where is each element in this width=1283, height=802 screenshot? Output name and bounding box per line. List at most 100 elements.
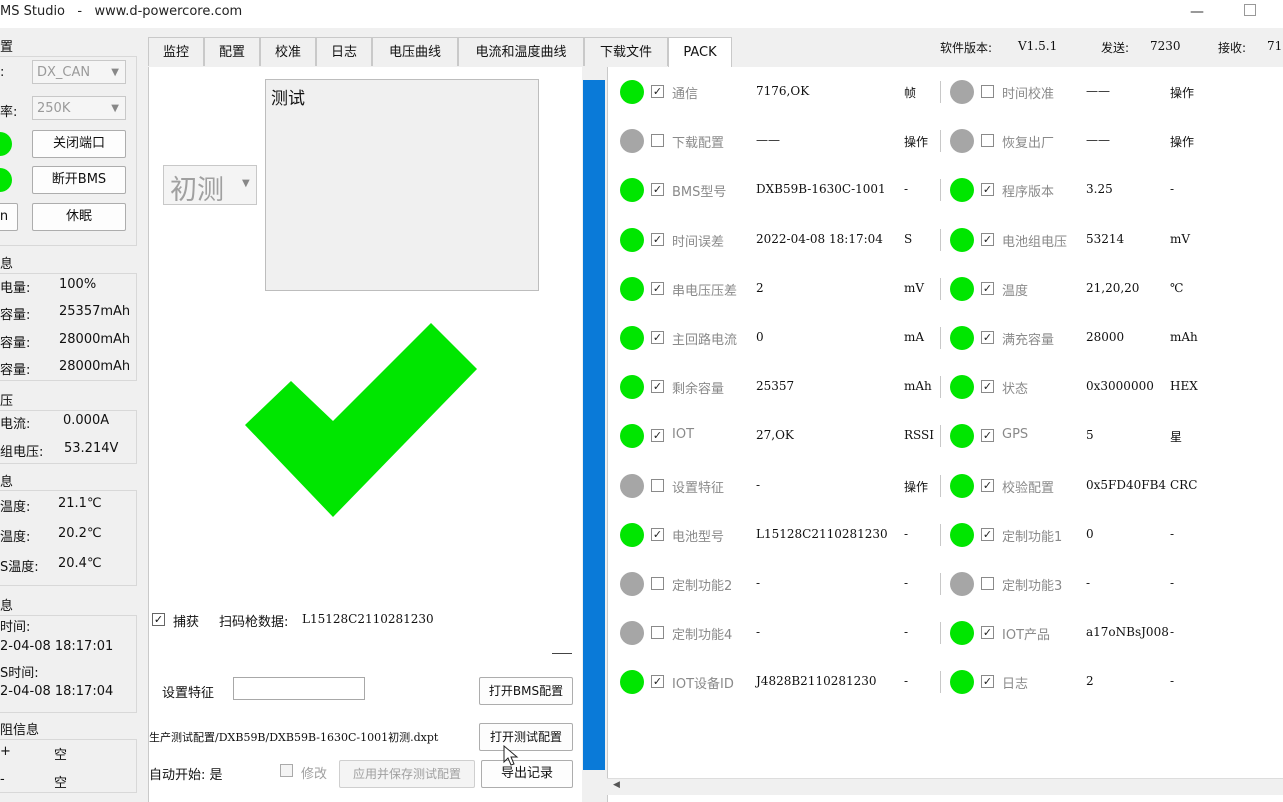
horizontal-scrollbar[interactable]: ◀ bbox=[607, 778, 1283, 795]
item-value: DXB59B-1630C-1001 bbox=[756, 182, 886, 197]
item-unit: mV bbox=[904, 280, 925, 295]
item-action[interactable]: 操作 bbox=[904, 133, 928, 150]
tab-download-file[interactable]: 下载文件 bbox=[584, 37, 668, 66]
item-unit: - bbox=[904, 182, 909, 197]
item-checkbox[interactable]: ✓ bbox=[981, 626, 994, 640]
sleep-button[interactable]: 休眠 bbox=[32, 203, 126, 231]
item-unit: - bbox=[904, 526, 909, 541]
port-select[interactable]: DX_CAN ▼ bbox=[32, 60, 126, 84]
item-value: 0 bbox=[1086, 526, 1094, 541]
item-unit: - bbox=[1170, 526, 1175, 541]
time-value-0: 2-04-08 18:17:01 bbox=[0, 639, 114, 654]
status-indicator bbox=[620, 227, 644, 252]
feature-input[interactable] bbox=[233, 677, 365, 700]
item-checkbox[interactable] bbox=[651, 577, 664, 590]
item-checkbox[interactable]: ✓ bbox=[981, 232, 994, 246]
item-checkbox[interactable]: ✓ bbox=[651, 527, 664, 541]
partial-left-button[interactable]: n bbox=[0, 203, 18, 231]
item-unit: HEX bbox=[1170, 379, 1198, 394]
item-checkbox[interactable]: ✓ bbox=[981, 478, 994, 492]
time-value-1: 2-04-08 18:17:04 bbox=[0, 684, 114, 699]
port-select-value: DX_CAN bbox=[37, 65, 91, 80]
item-value: —— bbox=[756, 133, 780, 148]
tab-pack[interactable]: PACK bbox=[668, 37, 732, 68]
scroll-left-icon[interactable]: ◀ bbox=[613, 780, 620, 790]
modify-label: 修改 bbox=[301, 767, 328, 782]
tab-current-temp-curve[interactable]: 电流和温度曲线 bbox=[458, 37, 584, 66]
item-checkbox[interactable]: ✓ bbox=[981, 281, 994, 295]
item-checkbox[interactable]: ✓ bbox=[651, 380, 664, 394]
item-checkbox[interactable] bbox=[651, 134, 664, 148]
divider bbox=[552, 653, 572, 654]
auto-start-status: 自动开始: 是 bbox=[149, 768, 223, 783]
item-label: 下载配置 bbox=[672, 136, 725, 152]
tab-voltage-curve[interactable]: 电压曲线 bbox=[372, 37, 458, 66]
maximize-icon[interactable] bbox=[1244, 4, 1256, 16]
open-test-config-button[interactable]: 打开测试配置 bbox=[479, 723, 573, 751]
disconnect-bms-button[interactable]: 断开BMS bbox=[32, 166, 126, 194]
item-label: 电池组电压 bbox=[1002, 234, 1068, 250]
item-checkbox[interactable] bbox=[981, 577, 994, 590]
pack-panel: ✓ 通信 7176,OK 帧时间校准 —— 操作 下载配置 —— 操作 恢复出厂 —— 操作 ✓ BMS型… bbox=[607, 67, 1283, 802]
item-checkbox[interactable]: ✓ bbox=[651, 675, 664, 689]
item-value: 2 bbox=[756, 280, 764, 295]
panel-splitter[interactable] bbox=[583, 80, 605, 770]
item-value: 0x3000000 bbox=[1086, 379, 1154, 394]
item-value: J4828B2110281230 bbox=[756, 674, 877, 689]
item-checkbox[interactable]: ✓ bbox=[651, 429, 664, 443]
item-checkbox[interactable] bbox=[651, 626, 664, 640]
item-checkbox[interactable]: ✓ bbox=[981, 675, 994, 689]
minimize-icon[interactable]: — bbox=[1190, 4, 1204, 20]
export-record-button[interactable]: 导出记录 bbox=[481, 760, 573, 788]
section-port-title: 置 bbox=[0, 40, 14, 55]
mode-select[interactable]: 初测 ▼ bbox=[163, 165, 257, 206]
item-checkbox[interactable]: ✓ bbox=[981, 527, 994, 541]
tab-calibrate[interactable]: 校准 bbox=[260, 37, 316, 66]
item-checkbox[interactable]: ✓ bbox=[651, 281, 664, 295]
recv-count: 71 bbox=[1267, 39, 1283, 53]
info-label-3: 容量: bbox=[0, 363, 31, 378]
open-bms-config-button[interactable]: 打开BMS配置 bbox=[479, 677, 573, 705]
tab-monitor[interactable]: 监控 bbox=[148, 37, 204, 66]
apply-save-button[interactable]: 应用并保存测试配置 bbox=[339, 760, 475, 788]
item-checkbox[interactable] bbox=[651, 478, 664, 492]
item-action[interactable]: 操作 bbox=[904, 478, 928, 495]
item-checkbox[interactable] bbox=[981, 85, 994, 98]
capture-checkbox[interactable]: ✓ bbox=[152, 613, 165, 626]
volt-label-1: 组电压: bbox=[0, 445, 44, 460]
section-voltage-title: 压 bbox=[0, 394, 14, 409]
item-action[interactable]: 操作 bbox=[1170, 84, 1194, 101]
item-checkbox[interactable]: ✓ bbox=[651, 232, 664, 246]
item-unit: 星 bbox=[1170, 430, 1183, 445]
item-value: —— bbox=[1086, 84, 1110, 98]
info-value-1: 25357mAh bbox=[59, 304, 131, 319]
item-label: IOT bbox=[672, 427, 695, 443]
item-checkbox[interactable]: ✓ bbox=[981, 183, 994, 197]
item-label: 设置特征 bbox=[672, 480, 725, 496]
item-checkbox[interactable] bbox=[981, 134, 994, 148]
item-action[interactable]: 操作 bbox=[1170, 133, 1194, 150]
item-label: 校验配置 bbox=[1002, 480, 1055, 496]
item-label: 日志 bbox=[1002, 677, 1029, 693]
tab-config[interactable]: 配置 bbox=[204, 37, 260, 66]
feature-label: 设置特征 bbox=[162, 686, 215, 701]
scan-label: 扫码枪数据: bbox=[219, 615, 289, 630]
time-label-0: 时间: bbox=[0, 620, 31, 635]
status-indicator bbox=[950, 326, 974, 350]
item-checkbox[interactable]: ✓ bbox=[981, 331, 994, 344]
tab-log[interactable]: 日志 bbox=[316, 37, 372, 66]
item-unit: - bbox=[1170, 576, 1175, 590]
item-checkbox[interactable]: ✓ bbox=[651, 331, 664, 344]
close-port-button[interactable]: 关闭端口 bbox=[32, 130, 126, 158]
item-label: BMS型号 bbox=[672, 185, 727, 201]
item-checkbox[interactable]: ✓ bbox=[651, 183, 664, 197]
test-panel: 初测 ▼ 测试 ✓ 捕获 扫码枪数据: L15128C2110281230 设置… bbox=[148, 67, 582, 802]
info-label-2: 容量: bbox=[0, 336, 31, 351]
item-label: 定制功能1 bbox=[1002, 529, 1063, 545]
item-checkbox[interactable]: ✓ bbox=[981, 380, 994, 394]
modify-checkbox[interactable] bbox=[280, 764, 293, 777]
item-checkbox[interactable]: ✓ bbox=[651, 85, 664, 98]
item-label: 恢复出厂 bbox=[1002, 136, 1055, 152]
baud-select[interactable]: 250K ▼ bbox=[32, 96, 126, 120]
item-checkbox[interactable]: ✓ bbox=[981, 429, 994, 443]
